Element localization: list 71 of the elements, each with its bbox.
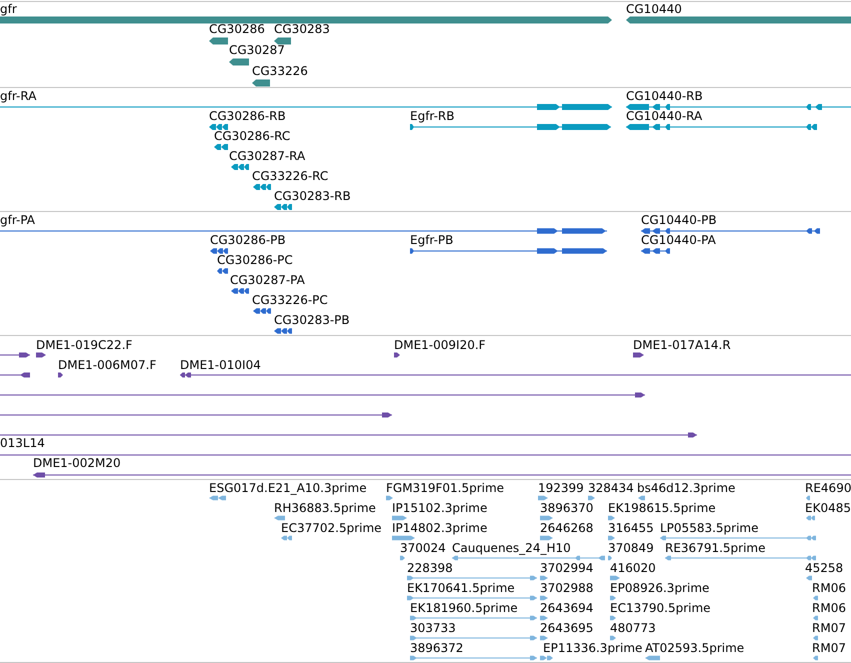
feature-label: 3702988 <box>540 581 594 595</box>
feature-label: EK198615.5prime <box>608 501 716 515</box>
feature-label: FGM319F01.5prime <box>386 481 504 495</box>
feature-label: bs46d12.3prime <box>637 481 736 495</box>
feature-label: 328434 <box>588 481 634 495</box>
feature-label: CG33226-PC <box>252 293 328 307</box>
feature-label: CG30286-PC <box>217 253 293 267</box>
feature-label: RH36883.5prime <box>274 501 376 515</box>
feature-label: CG10440-PA <box>641 233 716 247</box>
feature-label: EK0485 <box>805 501 851 515</box>
feature-label: 013L14 <box>0 436 45 450</box>
feature-label: EP08926.3prime <box>610 581 710 595</box>
feature-label: 3896372 <box>410 641 464 655</box>
feature-label: DME1-019C22.F <box>36 338 132 352</box>
feature-label: CG30283-RB <box>274 189 351 203</box>
feature-label: CG33226 <box>252 64 308 78</box>
feature-label: DME1-017A14.R <box>633 338 731 352</box>
feature-label: DME1-009I20.F <box>394 338 486 352</box>
feature-label: RM06 <box>812 601 846 615</box>
feature-label: 2646268 <box>540 521 594 535</box>
feature-label: CG30286-RB <box>209 109 286 123</box>
feature-label: 3702994 <box>540 561 594 575</box>
feature-label: gfr-PA <box>0 213 36 227</box>
feature-label: RM06 <box>812 581 846 595</box>
feature-label: CG30286-PB <box>210 233 286 247</box>
feature-label: AT02593.5prime <box>645 641 744 655</box>
feature-label: DME1-006M07.F <box>58 358 156 372</box>
feature-label: CG30286 <box>209 22 265 36</box>
feature-label: CG10440 <box>626 2 682 16</box>
feature-label: 316455 <box>608 521 654 535</box>
feature-label: 480773 <box>610 621 656 635</box>
feature-label: LP05583.5prime <box>660 521 759 535</box>
feature-label: Egfr-RB <box>410 109 454 123</box>
feature-label: CG10440-RA <box>626 109 702 123</box>
feature-label: DME1-010I04 <box>180 358 261 372</box>
feature-label: DME1-002M20 <box>33 456 121 470</box>
feature-label: CG30287 <box>229 43 285 57</box>
feature-label: 3896370 <box>540 501 594 515</box>
feature-label: IP15102.3prime <box>392 501 488 515</box>
feature-label: EC13790.5prime <box>610 601 711 615</box>
feature-label: 2643695 <box>540 621 594 635</box>
feature-label: RM07 <box>812 641 846 655</box>
feature-label: CG33226-RC <box>252 169 328 183</box>
feature-label: 228398 <box>407 561 453 575</box>
feature-label: CG30286-RC <box>214 129 290 143</box>
feature-label: RE4690 <box>805 481 851 495</box>
feature-label: 2643694 <box>540 601 594 615</box>
feature-label: 303733 <box>410 621 456 635</box>
feature-label: CG10440-PB <box>641 213 717 227</box>
feature-label: CG30287-PA <box>230 273 305 287</box>
feature-label: CG30283 <box>274 22 330 36</box>
feature-label: RE36791.5prime <box>665 541 766 555</box>
feature-label: CG10440-RB <box>626 89 703 103</box>
feature-label: gfr <box>0 2 17 16</box>
feature-label: CG30287-RA <box>229 149 306 163</box>
feature-label: 192399 <box>538 481 584 495</box>
feature-label: 416020 <box>610 561 656 575</box>
feature-label: ESG017d.E21_A10.3prime <box>209 481 367 495</box>
feature-label: EP11336.3prime <box>543 641 642 655</box>
feature-label: 370024 <box>400 541 446 555</box>
feature-label: EK181960.5prime <box>410 601 518 615</box>
feature-label: 370849 <box>608 541 654 555</box>
feature-label: gfr-RA <box>0 89 36 103</box>
feature-label: CG30283-PB <box>274 313 350 327</box>
feature-label: IP14802.3prime <box>392 521 488 535</box>
feature-label: RM07 <box>812 621 846 635</box>
feature-label: Cauquenes_24_H10 <box>452 541 571 555</box>
feature-label: EC37702.5prime <box>281 521 382 535</box>
feature-label: Egfr-PB <box>410 233 454 247</box>
feature-label: EK170641.5prime <box>407 581 515 595</box>
feature-label: 45258 <box>805 561 844 575</box>
